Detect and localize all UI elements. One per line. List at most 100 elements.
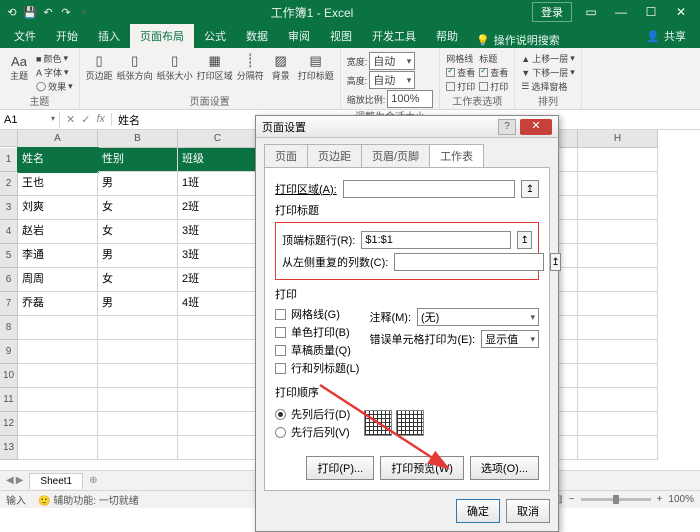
cell[interactable] <box>98 364 178 388</box>
qat-more-icon[interactable]: ▾ <box>76 4 92 20</box>
orientation-button[interactable]: ▯纸张方向 <box>117 52 153 81</box>
tab-file[interactable]: 文件 <box>4 24 46 48</box>
row-header[interactable]: 6 <box>0 268 18 292</box>
row-header[interactable]: 5 <box>0 244 18 268</box>
theme-colors-button[interactable]: ■ 颜色 ▾ <box>36 52 73 65</box>
tab-data[interactable]: 数据 <box>236 24 278 48</box>
col-header[interactable]: H <box>578 130 658 148</box>
zoom-level[interactable]: 100% <box>668 494 694 505</box>
send-backward-button[interactable]: ▼ 下移一层 ▾ <box>521 66 574 79</box>
cell[interactable] <box>98 436 178 460</box>
down-over-radio[interactable]: 先列后行(D) <box>275 406 350 422</box>
cancel-button[interactable]: 取消 <box>506 499 550 523</box>
tab-help[interactable]: 帮助 <box>426 24 468 48</box>
cell[interactable]: 女 <box>98 220 178 244</box>
cell[interactable]: 班级 <box>178 148 258 172</box>
cell[interactable] <box>578 172 658 196</box>
cell[interactable] <box>18 412 98 436</box>
tab-insert[interactable]: 插入 <box>88 24 130 48</box>
maximize-button[interactable]: ☐ <box>636 0 666 24</box>
selection-pane-button[interactable]: ☰ 选择窗格 <box>521 80 574 93</box>
cell[interactable] <box>578 388 658 412</box>
cell[interactable] <box>578 436 658 460</box>
autosave-icon[interactable]: ⟲ <box>4 4 20 20</box>
cell[interactable] <box>578 244 658 268</box>
cols-repeat-input[interactable] <box>394 253 544 271</box>
tab-home[interactable]: 开始 <box>46 24 88 48</box>
rows-repeat-input[interactable] <box>361 231 511 249</box>
row-header[interactable]: 2 <box>0 172 18 196</box>
dialog-close-button[interactable]: ✕ <box>520 119 552 135</box>
row-header[interactable]: 7 <box>0 292 18 316</box>
over-down-radio[interactable]: 先行后列(V) <box>275 424 350 440</box>
size-button[interactable]: ▯纸张大小 <box>157 52 193 81</box>
theme-fonts-button[interactable]: A 字体 ▾ <box>36 66 73 79</box>
margins-button[interactable]: ▯页边距 <box>86 52 113 81</box>
save-icon[interactable]: 💾 <box>22 4 38 20</box>
cell[interactable]: 4班 <box>178 292 258 316</box>
cell[interactable] <box>98 412 178 436</box>
draft-checkbox[interactable]: 草稿质量(Q) <box>275 342 359 358</box>
minimize-button[interactable]: — <box>606 0 636 24</box>
cell[interactable]: 男 <box>98 292 178 316</box>
headings-print-checkbox[interactable]: 打印 <box>479 80 508 93</box>
dialog-help-button[interactable]: ? <box>498 119 516 135</box>
cell[interactable] <box>178 388 258 412</box>
cell[interactable] <box>18 340 98 364</box>
cell[interactable] <box>178 412 258 436</box>
cell[interactable] <box>578 316 658 340</box>
redo-icon[interactable]: ↷ <box>58 4 74 20</box>
tab-review[interactable]: 审阅 <box>278 24 320 48</box>
cell[interactable] <box>18 436 98 460</box>
cancel-edit-icon[interactable]: ✕ <box>66 113 75 126</box>
row-header[interactable]: 3 <box>0 196 18 220</box>
sheet-tab[interactable]: Sheet1 <box>29 473 83 489</box>
themes-button[interactable]: Aa主题 <box>6 52 32 81</box>
row-header[interactable]: 8 <box>0 316 18 340</box>
cols-repeat-range-button[interactable]: ↥ <box>550 253 560 271</box>
cell[interactable] <box>178 340 258 364</box>
close-button[interactable]: ✕ <box>666 0 696 24</box>
tab-developer[interactable]: 开发工具 <box>362 24 426 48</box>
tab-formulas[interactable]: 公式 <box>194 24 236 48</box>
cell[interactable] <box>18 364 98 388</box>
cell[interactable] <box>578 412 658 436</box>
cell[interactable] <box>578 364 658 388</box>
cell[interactable] <box>578 268 658 292</box>
comments-combo[interactable]: (无)▾ <box>417 308 539 326</box>
scale-pct-combo[interactable]: 100% <box>387 90 433 108</box>
print-button[interactable]: 打印(P)... <box>306 456 374 480</box>
cell[interactable]: 乔磊 <box>18 292 98 316</box>
row-header[interactable]: 11 <box>0 388 18 412</box>
theme-effects-button[interactable]: ◯ 效果 ▾ <box>36 80 73 93</box>
dialog-title-bar[interactable]: 页面设置 ? ✕ <box>256 116 558 138</box>
scale-height-combo[interactable]: 自动▾ <box>369 71 415 89</box>
grid-print-checkbox[interactable]: 打印 <box>446 80 475 93</box>
cell[interactable] <box>18 388 98 412</box>
dlg-tab-headerfooter[interactable]: 页眉/页脚 <box>361 144 430 167</box>
name-box[interactable]: A1▾ <box>0 112 60 128</box>
options-button[interactable]: 选项(O)... <box>470 456 539 480</box>
print-titles-button[interactable]: ▤打印标题 <box>298 52 334 81</box>
gridlines-checkbox[interactable]: 网格线(G) <box>275 306 359 322</box>
cell[interactable] <box>178 436 258 460</box>
fx-icon[interactable]: fx <box>96 113 105 126</box>
breaks-button[interactable]: ┊分隔符 <box>237 52 264 81</box>
row-header[interactable]: 1 <box>0 148 18 172</box>
tab-view[interactable]: 视图 <box>320 24 362 48</box>
rows-repeat-range-button[interactable]: ↥ <box>517 231 532 249</box>
zoom-in-button[interactable]: + <box>657 494 663 505</box>
cell[interactable]: 女 <box>98 196 178 220</box>
undo-icon[interactable]: ↶ <box>40 4 56 20</box>
login-button[interactable]: 登录 <box>532 2 572 22</box>
cell[interactable] <box>98 388 178 412</box>
print-preview-button[interactable]: 打印预览(W) <box>380 456 464 480</box>
cell[interactable]: 3班 <box>178 220 258 244</box>
print-area-button[interactable]: ▦打印区域 <box>197 52 233 81</box>
cell[interactable]: 2班 <box>178 196 258 220</box>
cell[interactable]: 1班 <box>178 172 258 196</box>
cell[interactable] <box>18 316 98 340</box>
grid-view-checkbox[interactable]: 查看 <box>446 66 475 79</box>
ribbon-options-icon[interactable]: ▭ <box>576 0 606 24</box>
cell[interactable]: 男 <box>98 172 178 196</box>
